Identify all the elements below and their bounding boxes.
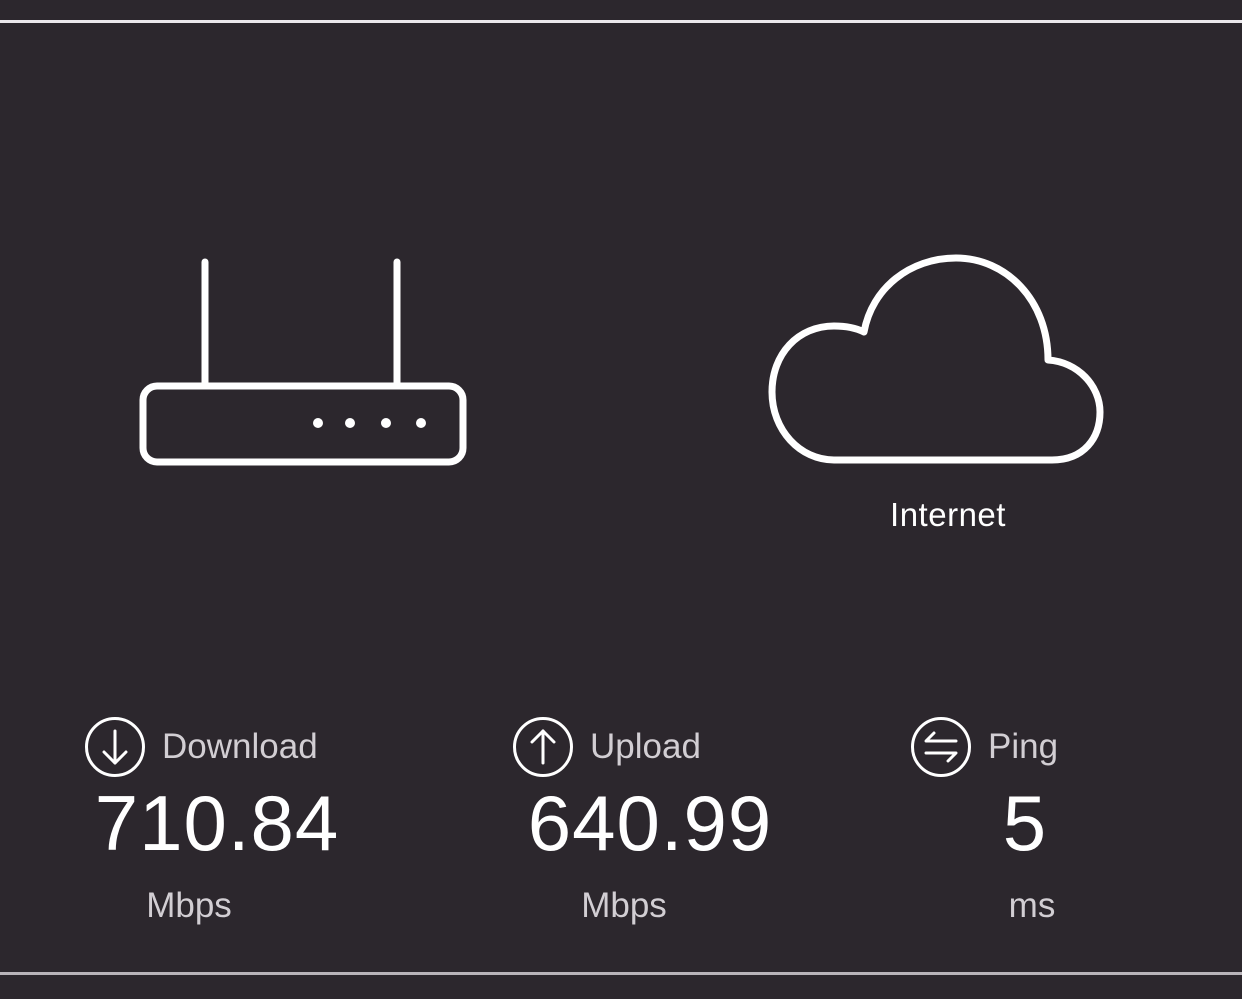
ping-label: Ping bbox=[988, 727, 1059, 766]
router-icon bbox=[139, 258, 467, 466]
ping-metric: Ping 5 ms bbox=[910, 716, 1110, 946]
cloud-icon bbox=[768, 254, 1104, 464]
upload-header: Upload bbox=[512, 716, 701, 778]
ping-unit: ms bbox=[1008, 886, 1056, 925]
download-header: Download bbox=[84, 716, 318, 778]
download-unit: Mbps bbox=[146, 886, 232, 925]
internet-label: Internet bbox=[890, 496, 1006, 533]
bottom-divider bbox=[0, 972, 1242, 975]
upload-label: Upload bbox=[590, 727, 701, 766]
download-metric: Download 710.84 Mbps bbox=[84, 716, 384, 946]
upload-unit: Mbps bbox=[581, 886, 667, 925]
download-value: 710.84 bbox=[94, 779, 340, 867]
upload-value: 640.99 bbox=[527, 779, 773, 867]
ping-value: 5 bbox=[1002, 779, 1048, 867]
speed-test-panel: Internet Download 710.84 Mbps Upload 640… bbox=[0, 0, 1242, 999]
top-divider bbox=[0, 20, 1242, 23]
upload-metric: Upload 640.99 Mbps bbox=[512, 716, 812, 946]
download-arrow-icon bbox=[85, 717, 145, 777]
download-label: Download bbox=[162, 727, 318, 766]
upload-arrow-icon bbox=[513, 717, 573, 777]
ping-header: Ping bbox=[910, 716, 1058, 778]
ping-arrows-icon bbox=[911, 717, 971, 777]
